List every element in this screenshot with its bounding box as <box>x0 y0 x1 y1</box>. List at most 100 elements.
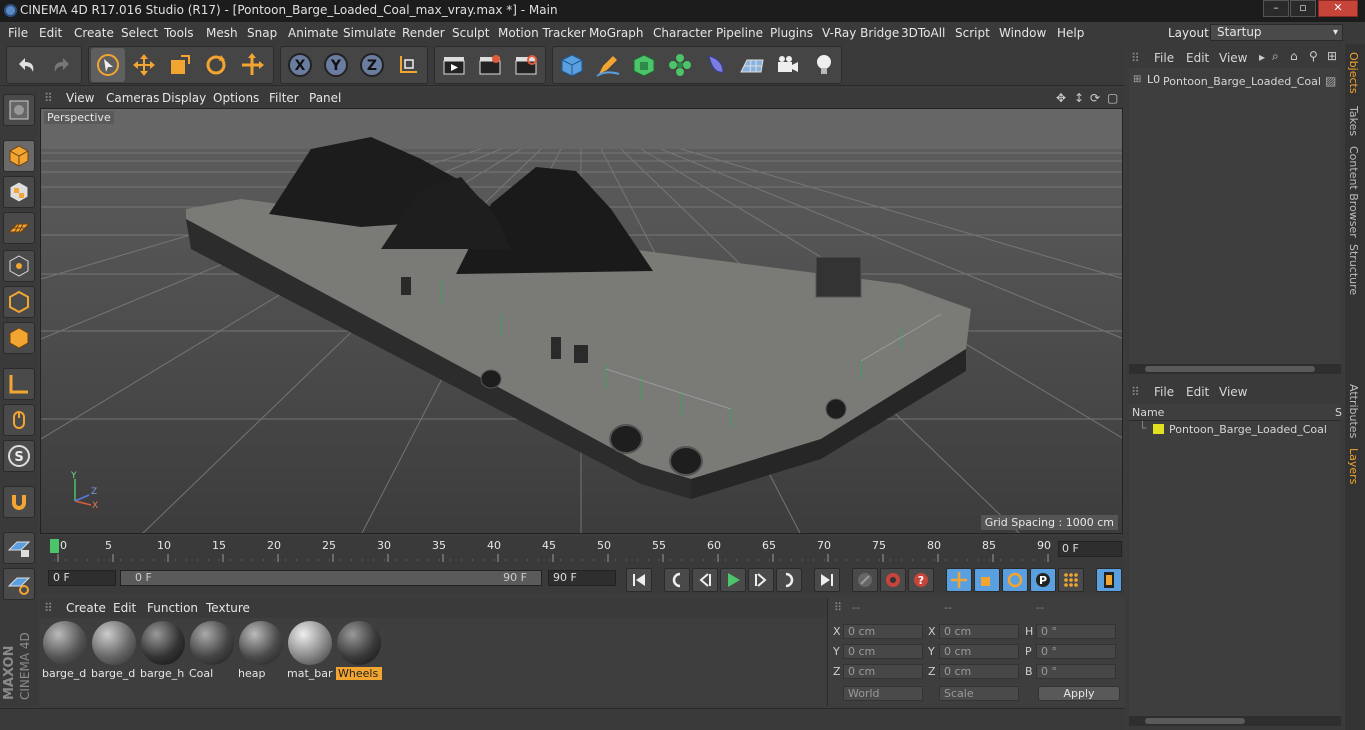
y-axis-button[interactable]: Y <box>319 48 353 82</box>
render-settings-button[interactable] <box>509 48 543 82</box>
layers-menu-edit[interactable]: Edit <box>1186 385 1209 399</box>
model-mode-button[interactable] <box>3 140 35 172</box>
tab-structure[interactable]: Structure <box>1347 244 1360 295</box>
layer-color-swatch[interactable] <box>1153 424 1164 434</box>
menu-render[interactable]: Render <box>402 26 445 40</box>
render-picture-viewer-button[interactable] <box>473 48 507 82</box>
timeline-window-button[interactable] <box>1096 568 1122 592</box>
rotate-button[interactable] <box>199 48 233 82</box>
menu-script[interactable]: Script <box>955 26 990 40</box>
menu-snap[interactable]: Snap <box>247 26 277 40</box>
minimize-button[interactable]: – <box>1263 0 1289 17</box>
points-mode-button[interactable] <box>3 250 35 282</box>
arrow-right-icon[interactable]: ▸ <box>1259 50 1265 64</box>
size-z-field[interactable]: 0 cm <box>939 664 1019 679</box>
viewport-rotate-icon[interactable]: ⟳ <box>1090 91 1100 105</box>
menu-3dtoall[interactable]: 3DToAll <box>901 26 945 40</box>
move-button[interactable] <box>127 48 161 82</box>
menu-motion-tracker[interactable]: Motion Tracker <box>498 26 586 40</box>
render-view-button[interactable] <box>437 48 471 82</box>
menu-simulate[interactable]: Simulate <box>343 26 396 40</box>
position-x-field[interactable]: 0 cm <box>843 624 923 639</box>
tab-content-browser[interactable]: Content Browser <box>1347 146 1360 238</box>
playhead[interactable] <box>50 539 59 553</box>
menu-edit[interactable]: Edit <box>39 26 62 40</box>
size-y-field[interactable]: 0 cm <box>939 644 1019 659</box>
floor-button[interactable] <box>735 48 769 82</box>
coordinate-system-button[interactable] <box>391 48 425 82</box>
transform-button[interactable] <box>235 48 269 82</box>
position-z-field[interactable]: 0 cm <box>843 664 923 679</box>
viewport-maximize-icon[interactable]: ▢ <box>1107 91 1118 105</box>
material-menu-texture[interactable]: Texture <box>206 601 250 615</box>
go-to-start-button[interactable] <box>626 568 652 592</box>
edges-mode-button[interactable] <box>3 286 35 318</box>
new-window-icon[interactable]: ⊞ <box>1327 49 1337 63</box>
objects-menu-file[interactable]: File <box>1154 51 1174 65</box>
record-keys-button[interactable] <box>852 568 878 592</box>
undo-button[interactable] <box>9 48 43 82</box>
snap-button[interactable] <box>3 486 35 518</box>
search-icon[interactable]: ⌕ <box>1272 49 1279 64</box>
layer-item-name[interactable]: Pontoon_Barge_Loaded_Coal <box>1169 423 1327 436</box>
cube-button[interactable] <box>555 48 589 82</box>
object-item-name[interactable]: Pontoon_Barge_Loaded_Coal <box>1163 75 1321 88</box>
previous-key-button[interactable] <box>664 568 690 592</box>
workplane-button[interactable] <box>3 212 35 244</box>
menu-character[interactable]: Character <box>653 26 712 40</box>
redo-button[interactable] <box>45 48 79 82</box>
objects-scrollbar[interactable] <box>1129 364 1341 374</box>
material-swatch[interactable]: barge_h <box>140 620 186 680</box>
size-x-field[interactable]: 0 cm <box>939 624 1019 639</box>
viewport-menu-options[interactable]: Options <box>213 91 259 105</box>
menu-plugins[interactable]: Plugins <box>770 26 813 40</box>
tab-takes[interactable]: Takes <box>1347 106 1360 136</box>
key-position-button[interactable] <box>946 568 972 592</box>
objects-scroll-thumb[interactable] <box>1145 366 1315 372</box>
cloner-button[interactable] <box>663 48 697 82</box>
layers-scroll-thumb[interactable] <box>1145 718 1245 724</box>
polygons-mode-button[interactable] <box>3 322 35 354</box>
make-editable-button[interactable] <box>3 94 35 126</box>
menu-window[interactable]: Window <box>999 26 1046 40</box>
deformer-button[interactable] <box>699 48 733 82</box>
key-rotation-button[interactable] <box>1002 568 1028 592</box>
timeline-ruler[interactable]: 0 5 10 15 20 25 30 35 40 45 50 55 60 65 … <box>40 536 1125 566</box>
layers-menu-view[interactable]: View <box>1219 385 1247 399</box>
viewport-menu-cameras[interactable]: Cameras <box>106 91 159 105</box>
layers-scrollbar[interactable] <box>1129 716 1341 726</box>
menu-create[interactable]: Create <box>74 26 114 40</box>
material-swatch[interactable]: Coal <box>189 620 235 680</box>
viewport-menu-display[interactable]: Display <box>162 91 206 105</box>
subdivision-button[interactable] <box>627 48 661 82</box>
material-swatch-selected[interactable]: Wheels <box>336 620 382 680</box>
workplane-lock-button[interactable] <box>3 532 35 564</box>
objects-menu-view[interactable]: View <box>1219 51 1247 65</box>
pen-button[interactable] <box>591 48 625 82</box>
objects-menu-edit[interactable]: Edit <box>1186 51 1209 65</box>
key-scale-button[interactable] <box>974 568 1000 592</box>
tab-attributes[interactable]: Attributes <box>1347 384 1360 438</box>
next-key-button[interactable] <box>776 568 802 592</box>
texture-mode-button[interactable] <box>3 176 35 208</box>
filter-icon[interactable]: ⚲ <box>1309 49 1318 63</box>
material-swatch[interactable]: heap <box>238 620 284 680</box>
layout-select[interactable]: Startup <box>1210 24 1343 41</box>
viewport-menu-view[interactable]: View <box>66 91 94 105</box>
material-menu-edit[interactable]: Edit <box>113 601 136 615</box>
tab-objects[interactable]: Objects <box>1347 52 1360 94</box>
menu-mograph[interactable]: MoGraph <box>589 26 644 40</box>
key-parameter-button[interactable]: P <box>1030 568 1056 592</box>
key-pla-button[interactable] <box>1058 568 1084 592</box>
close-button[interactable]: ✕ <box>1318 0 1358 17</box>
camera-button[interactable] <box>771 48 805 82</box>
menu-mesh[interactable]: Mesh <box>206 26 238 40</box>
perspective-viewport[interactable]: Y X Z Perspective Grid Spacing : 1000 cm <box>40 108 1123 534</box>
menu-animate[interactable]: Animate <box>288 26 338 40</box>
maximize-button[interactable]: ▫ <box>1290 0 1316 17</box>
expand-icon[interactable]: ⊞ <box>1133 74 1141 85</box>
layer-col-name[interactable]: Name <box>1132 406 1164 419</box>
current-frame-field[interactable]: 0 F <box>1058 541 1122 557</box>
next-frame-button[interactable] <box>748 568 774 592</box>
menu-file[interactable]: File <box>8 26 28 40</box>
